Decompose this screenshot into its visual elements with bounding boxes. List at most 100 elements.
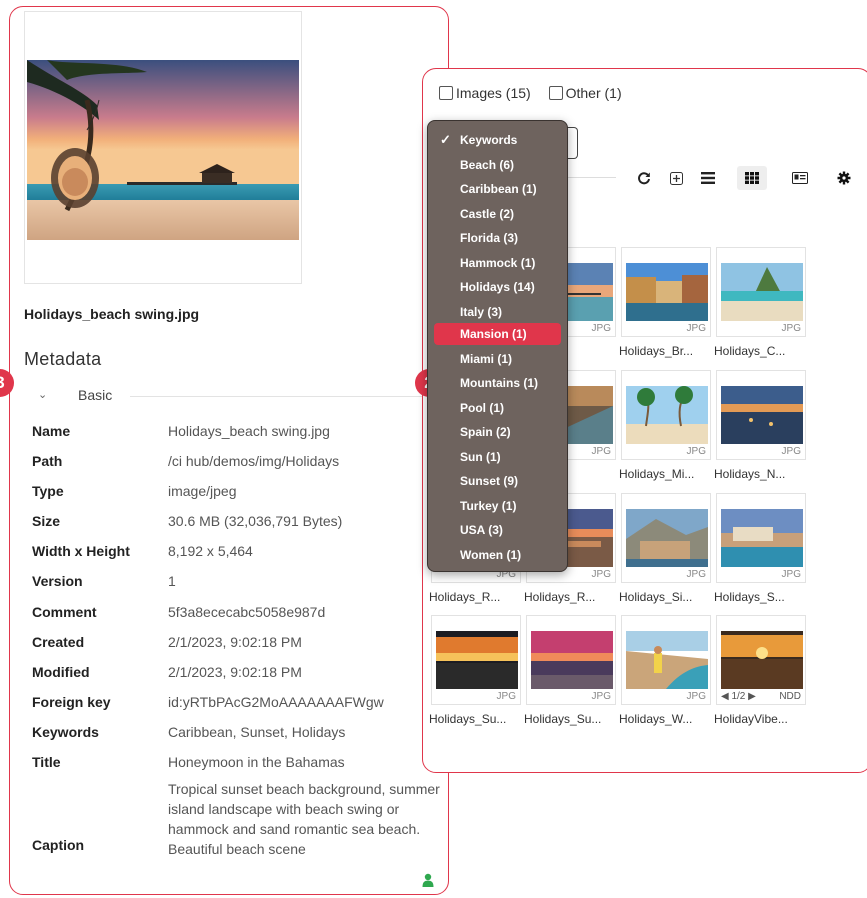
checkbox-icon[interactable] <box>439 86 453 100</box>
settings-icon[interactable] <box>829 166 859 190</box>
tile-name: Holidays_Br... <box>619 344 694 358</box>
meta-value: /ci hub/demos/img/Holidays <box>168 453 340 470</box>
type-filters: Images (15) Other (1) <box>439 85 636 101</box>
tile-name: Holidays_R... <box>524 590 596 604</box>
meta-row-type: Type image/jpeg <box>32 478 442 508</box>
meta-value: 1 <box>168 573 176 590</box>
images-filter[interactable]: Images (15) <box>439 85 531 101</box>
keyword-option[interactable]: Sunset (9) <box>434 470 561 492</box>
meta-key: Version <box>32 573 83 590</box>
tile-name: HolidayVibe... <box>714 712 788 726</box>
basic-group-toggle[interactable]: ⌄ Basic <box>38 387 433 405</box>
basic-group-label: Basic <box>78 387 113 403</box>
meta-value: Caribbean, Sunset, Holidays <box>168 723 346 740</box>
keyword-option[interactable]: Holidays (14) <box>434 276 561 298</box>
keyword-label: Women (1) <box>460 547 522 562</box>
metadata-table: Name Holidays_beach swing.jpg Path/ci hub… <box>32 418 442 875</box>
meta-key: Size <box>32 513 61 530</box>
keyword-label: Pool (1) <box>460 400 504 415</box>
tile-name: Holidays_Su... <box>524 712 602 726</box>
keyword-option[interactable]: Turkey (1) <box>434 495 561 517</box>
keyword-option[interactable]: Mountains (1) <box>434 372 561 394</box>
file-ext-label: JPG <box>591 446 611 457</box>
caption-value: Tropical sunset beach background, summer… <box>168 781 440 858</box>
meta-row-dimensions: Width x Height 8,192 x 5,464 <box>32 538 442 568</box>
meta-row-name: Name Holidays_beach swing.jpg <box>32 418 442 448</box>
keyword-option[interactable]: Beach (6) <box>434 154 561 176</box>
list-view-icon[interactable] <box>693 166 723 190</box>
meta-row-foreign-key: Foreign key id:yRTbPAcG2MoAAAAAAAFWgw <box>32 689 442 719</box>
user-icon[interactable] <box>422 873 434 887</box>
keyword-option[interactable]: Hammock (1) <box>434 252 561 274</box>
checkbox-icon[interactable] <box>548 86 563 100</box>
meta-row-modified: Modified 2/1/2023, 9:02:18 PM <box>32 659 442 689</box>
tile-frame: JPG <box>621 247 711 337</box>
page-indicator[interactable]: ◀ 1/2 ▶ <box>721 691 756 702</box>
tile-thumbnail <box>626 631 708 689</box>
keyword-dropdown: ✓ Keywords Beach (6) Caribbean (1) Castle… <box>427 120 568 572</box>
tile-thumbnail <box>721 263 803 321</box>
meta-key: Width x Height <box>32 543 130 560</box>
meta-key: Name <box>32 423 71 439</box>
keyword-option[interactable]: Spain (2) <box>434 421 561 443</box>
meta-row-created: Created 2/1/2023, 9:02:18 PM <box>32 629 442 659</box>
keyword-option[interactable]: Castle (2) <box>434 203 561 225</box>
meta-row-keywords: Keywords Caribbean, Sunset, Holidays <box>32 719 442 749</box>
keyword-label: Florida (3) <box>460 231 519 245</box>
keyword-label: Hammock (1) <box>460 255 536 270</box>
keyword-option[interactable]: Italy (3) <box>434 301 561 323</box>
keyword-option[interactable]: USA (3) <box>434 519 561 541</box>
meta-key: Modified <box>32 663 90 680</box>
page-number: 1/2 <box>731 691 746 702</box>
keyword-option[interactable]: Sun (1) <box>434 446 561 468</box>
grid-view-icon[interactable] <box>737 166 767 190</box>
meta-value: Honeymoon in the Bahamas <box>168 754 345 771</box>
tile-frame: JPG <box>716 493 806 583</box>
meta-value: 5f3a8ececabc5058e987d <box>168 603 326 620</box>
tile-thumbnail <box>721 631 803 689</box>
keyword-option[interactable]: Caribbean (1) <box>434 178 561 200</box>
file-ext-label: JPG <box>781 446 801 457</box>
preview-frame <box>24 11 302 284</box>
card-view-icon[interactable] <box>785 166 815 190</box>
tile-overlay-label: NDD <box>779 691 801 702</box>
meta-row-version: Version 1 <box>32 568 442 598</box>
keyword-label: Holidays (14) <box>460 280 535 294</box>
keyword-label: Keywords <box>460 133 518 147</box>
tile-frame: JPG <box>526 615 616 705</box>
tile-frame: JPG <box>716 370 806 460</box>
tile-thumbnail <box>626 386 708 444</box>
keyword-option[interactable]: Pool (1) <box>434 397 561 419</box>
file-ext-label: JPG <box>686 569 706 580</box>
tile-frame: JPG <box>621 615 711 705</box>
keyword-option[interactable]: Miami (1) <box>434 348 561 370</box>
checkmark-icon: ✓ <box>440 132 451 147</box>
tile-frame: JPG <box>621 493 711 583</box>
file-ext-label: JPG <box>591 323 611 334</box>
preview-image[interactable] <box>27 60 299 240</box>
other-filter[interactable]: Other (1) <box>548 85 622 101</box>
tile-thumbnail <box>531 631 613 689</box>
tile-thumbnail <box>626 509 708 567</box>
keyword-option[interactable]: Women (1) <box>434 544 561 566</box>
keyword-option-selected[interactable]: Mansion (1) <box>434 323 561 345</box>
file-ext-label: JPG <box>591 691 611 702</box>
meta-value: 2/1/2023, 9:02:18 PM <box>168 633 302 650</box>
tile-name: Holidays_R... <box>429 590 501 604</box>
meta-row-title: Title Honeymoon in the Bahamas <box>32 749 442 779</box>
refresh-icon[interactable] <box>629 166 659 190</box>
add-icon[interactable] <box>661 166 691 190</box>
file-ext-label: JPG <box>781 569 801 580</box>
keyword-option[interactable]: ✓ Keywords <box>434 129 561 151</box>
images-filter-label: Images (15) <box>456 85 531 101</box>
file-ext-label: JPG <box>686 446 706 457</box>
meta-key: Type <box>32 483 64 500</box>
keyword-option[interactable]: Florida (3) <box>434 227 561 249</box>
tile-frame: JPG <box>621 370 711 460</box>
meta-row-path: Path/ci hub/demos/img/Holidays <box>32 448 442 478</box>
tile-thumbnail <box>436 631 518 689</box>
keyword-label: Mountains (1) <box>460 376 538 390</box>
meta-value: Holidays_beach swing.jpg <box>168 423 330 439</box>
toolbar-divider <box>568 177 616 178</box>
tile-frame: ◀ 1/2 ▶ NDD <box>716 615 806 705</box>
